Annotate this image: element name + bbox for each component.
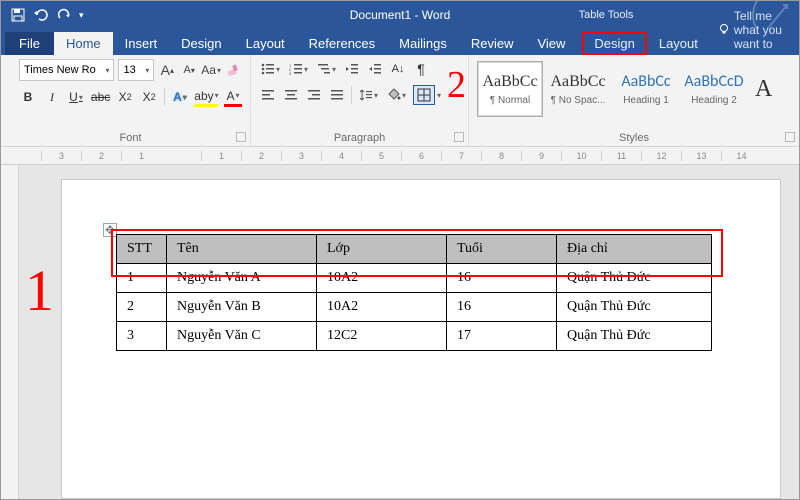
italic-button[interactable]: I xyxy=(43,87,61,107)
underline-button[interactable]: U▾ xyxy=(67,87,85,107)
bullets-button[interactable]: ▾ xyxy=(259,59,282,79)
page[interactable]: ✥ STT Tên Lớp Tuổi Địa chỉ 1 Nguyễn Văn … xyxy=(61,179,781,499)
tab-table-layout[interactable]: Layout xyxy=(647,32,710,55)
strikethrough-button[interactable]: abc xyxy=(91,87,110,107)
tab-review[interactable]: Review xyxy=(459,32,526,55)
align-left-button[interactable] xyxy=(259,85,277,105)
tab-view[interactable]: View xyxy=(525,32,577,55)
table-row[interactable]: 2 Nguyễn Văn B 10A2 16 Quận Thủ Đức xyxy=(117,293,712,322)
font-size-combo[interactable]: 13▾ xyxy=(118,59,154,81)
vertical-ruler[interactable] xyxy=(1,165,19,499)
header-diachi[interactable]: Địa chỉ xyxy=(557,235,712,264)
header-ten[interactable]: Tên xyxy=(167,235,317,264)
tab-file[interactable]: File xyxy=(5,32,54,55)
chevron-down-icon: ▾ xyxy=(145,66,149,75)
subscript-button[interactable]: X2 xyxy=(116,87,134,107)
table-header-row[interactable]: STT Tên Lớp Tuổi Địa chỉ xyxy=(117,235,712,264)
bold-button[interactable]: B xyxy=(19,87,37,107)
shrink-font-button[interactable]: A▾ xyxy=(180,61,198,79)
tell-me[interactable]: Tell me what you want to xyxy=(710,5,799,55)
align-center-button[interactable] xyxy=(282,85,300,105)
horizontal-ruler[interactable]: 3211234567891011121314 xyxy=(1,147,799,165)
font-dialog-launcher[interactable] xyxy=(236,132,246,142)
style-no-spacing[interactable]: AaBbCc ¶ No Spac... xyxy=(545,61,611,117)
group-styles: AaBbCc ¶ Normal AaBbCc ¶ No Spac... AaBb… xyxy=(469,55,799,146)
header-tuoi[interactable]: Tuổi xyxy=(447,235,557,264)
group-font: Times New Ro▾ 13▾ A▴ A▾ Aa▾ B I U▾ abc X… xyxy=(11,55,251,146)
ribbon: Times New Ro▾ 13▾ A▴ A▾ Aa▾ B I U▾ abc X… xyxy=(1,55,799,147)
sort-button[interactable]: A↓ xyxy=(389,59,407,79)
group-label-styles: Styles xyxy=(469,132,799,144)
line-spacing-button[interactable]: ▾ xyxy=(357,85,380,105)
text-effects-button[interactable]: A▾ xyxy=(171,87,189,107)
tab-table-design[interactable]: Design xyxy=(582,32,646,55)
style-overflow-preview: A xyxy=(749,76,772,103)
tab-references[interactable]: References xyxy=(297,32,387,55)
table-row[interactable]: 1 Nguyễn Văn A 10A2 16 Quận Thủ Đức xyxy=(117,264,712,293)
tab-insert[interactable]: Insert xyxy=(113,32,170,55)
tab-design[interactable]: Design xyxy=(169,32,233,55)
window-title: Document1 - Word xyxy=(350,8,450,22)
annotation-1: 1 xyxy=(25,257,54,324)
style-heading1[interactable]: AaBbCc Heading 1 xyxy=(613,61,679,117)
chevron-down-icon: ▾ xyxy=(105,66,109,75)
increase-indent-button[interactable] xyxy=(366,59,384,79)
borders-button[interactable] xyxy=(413,85,435,105)
contextual-tab-label: Table Tools xyxy=(546,9,666,21)
lightbulb-icon xyxy=(718,23,730,38)
title-bar: ▾ Document1 - Word Table Tools xyxy=(1,1,799,29)
justify-button[interactable] xyxy=(328,85,346,105)
annotation-2: 2 xyxy=(447,63,466,107)
group-label-paragraph: Paragraph xyxy=(251,132,468,144)
tab-home[interactable]: Home xyxy=(54,32,113,55)
tab-layout[interactable]: Layout xyxy=(234,32,297,55)
decrease-indent-button[interactable] xyxy=(343,59,361,79)
table-move-handle[interactable]: ✥ xyxy=(103,223,117,237)
paragraph-dialog-launcher[interactable] xyxy=(454,132,464,142)
highlight-button[interactable]: aby▾ xyxy=(195,87,218,107)
undo-icon[interactable] xyxy=(33,8,49,22)
show-marks-button[interactable]: ¶ xyxy=(412,59,430,79)
table-row[interactable]: 3 Nguyễn Văn C 12C2 17 Quận Thủ Đức xyxy=(117,322,712,351)
style-heading2[interactable]: AaBbCcD Heading 2 xyxy=(681,61,747,117)
group-paragraph: ▾ 123▾ ▾ A↓ ¶ ▾ ▾ ▾ Paragraph xyxy=(251,55,469,146)
align-right-button[interactable] xyxy=(305,85,323,105)
redo-icon[interactable] xyxy=(57,8,71,22)
svg-text:3: 3 xyxy=(289,71,292,75)
document-table[interactable]: STT Tên Lớp Tuổi Địa chỉ 1 Nguyễn Văn A … xyxy=(116,234,712,351)
style-normal[interactable]: AaBbCc ¶ Normal xyxy=(477,61,543,117)
superscript-button[interactable]: X2 xyxy=(140,87,158,107)
clear-formatting-button[interactable] xyxy=(224,61,242,79)
styles-dialog-launcher[interactable] xyxy=(785,132,795,142)
ribbon-tabs: File Home Insert Design Layout Reference… xyxy=(1,29,799,55)
change-case-button[interactable]: Aa▾ xyxy=(202,61,220,79)
qat-more-icon[interactable]: ▾ xyxy=(79,10,84,21)
numbering-button[interactable]: 123▾ xyxy=(287,59,310,79)
document-area: 3211234567891011121314 ✥ STT Tên Lớp Tuổ… xyxy=(1,147,799,499)
group-label-font: Font xyxy=(11,132,250,144)
header-stt[interactable]: STT xyxy=(117,235,167,264)
font-color-button[interactable]: A▾ xyxy=(224,87,242,107)
multilevel-button[interactable]: ▾ xyxy=(315,59,338,79)
quick-access-toolbar: ▾ xyxy=(1,8,84,22)
tab-mailings[interactable]: Mailings xyxy=(387,32,459,55)
grow-font-button[interactable]: A▴ xyxy=(158,61,176,79)
header-lop[interactable]: Lớp xyxy=(317,235,447,264)
save-icon[interactable] xyxy=(11,8,25,22)
font-name-combo[interactable]: Times New Ro▾ xyxy=(19,59,114,81)
shading-button[interactable]: ▾ xyxy=(385,85,408,105)
